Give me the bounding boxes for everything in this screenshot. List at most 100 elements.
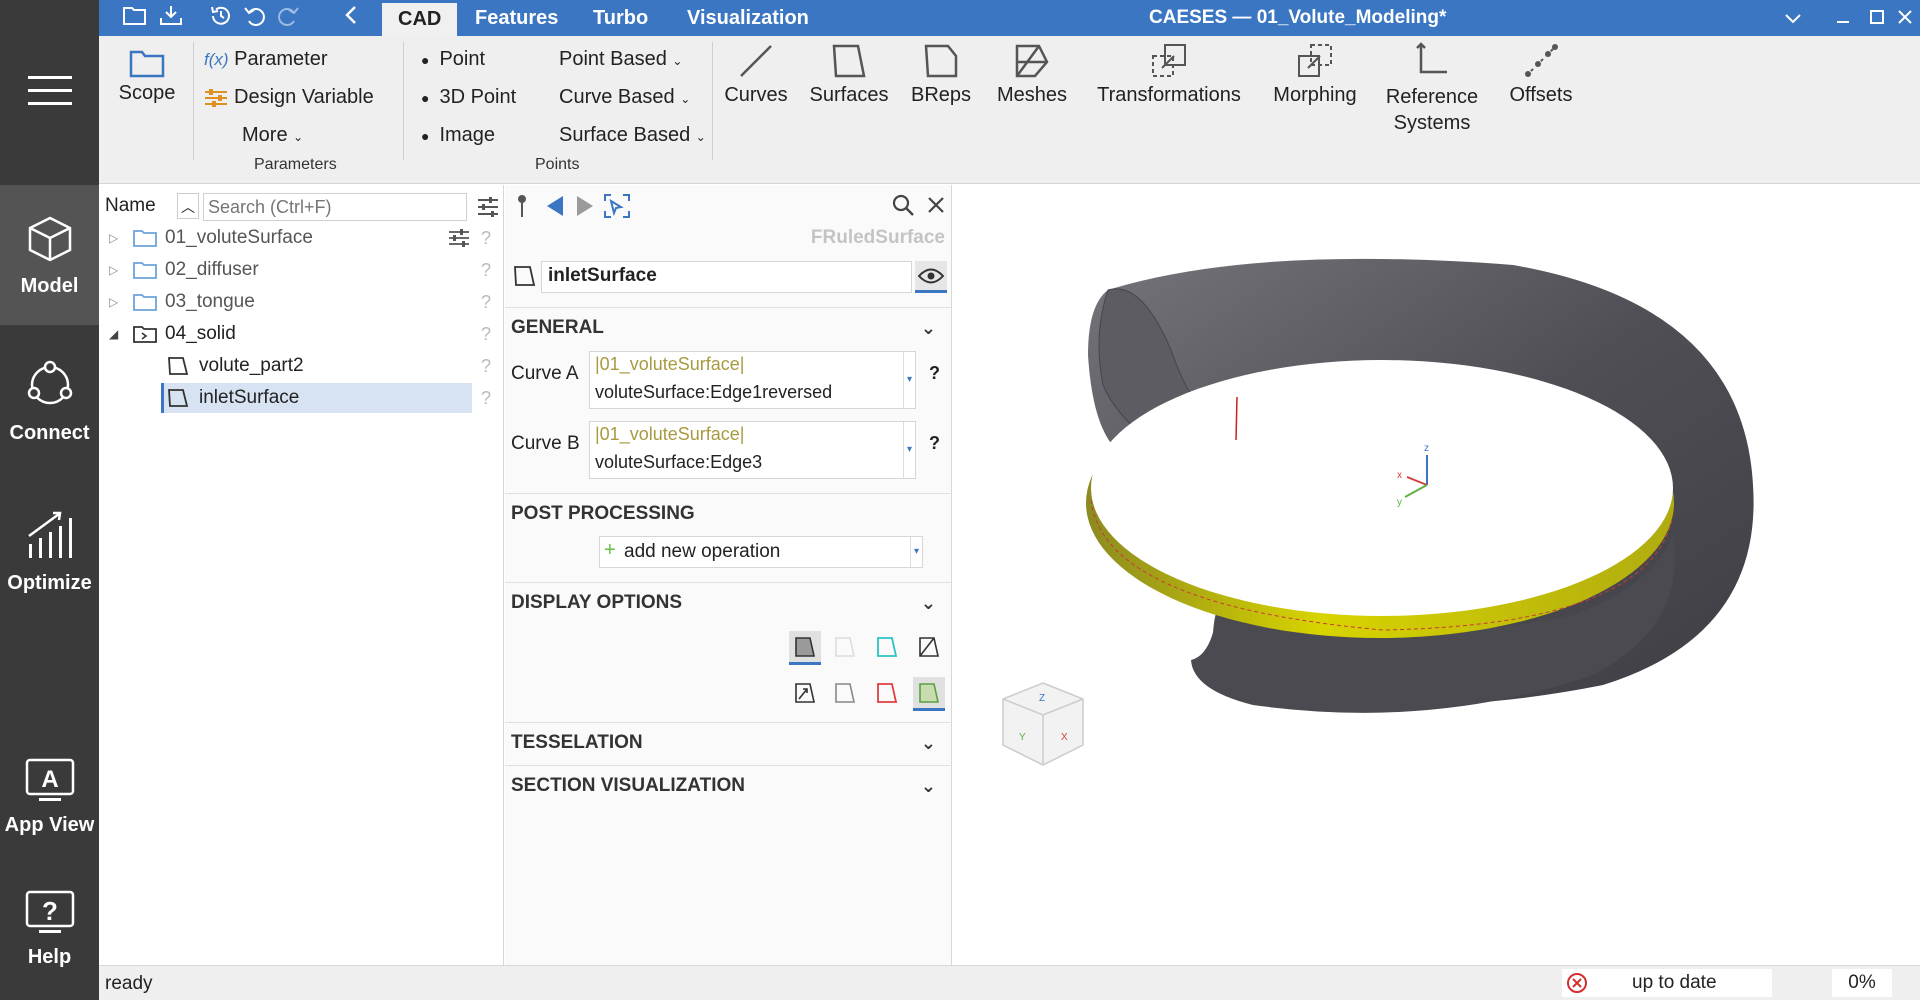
help-mark-icon[interactable]: ? — [481, 383, 491, 413]
tree-item-inlet-surface[interactable]: inletSurface ? — [99, 383, 499, 413]
outline-surface-icon[interactable] — [833, 681, 857, 705]
curve-b-field[interactable]: |01_voluteSurface| voluteSurface:Edge3 ▾ — [589, 421, 916, 479]
dropdown-chevron-icon[interactable] — [1779, 4, 1807, 32]
help-mark-icon[interactable]: ? — [481, 287, 491, 317]
section-tesselation[interactable]: TESSELATION ⌄ — [505, 722, 952, 762]
pin-icon[interactable] — [515, 193, 529, 219]
open-folder-icon[interactable] — [121, 4, 149, 32]
display-shaded-toggle[interactable] — [789, 631, 821, 665]
redo-icon[interactable] — [274, 4, 302, 32]
transparent-surface-icon[interactable] — [833, 635, 857, 659]
reference-systems-button[interactable]: Reference Systems — [1377, 42, 1487, 136]
help-mark-icon[interactable]: ? — [481, 319, 491, 349]
object-name-field[interactable]: inletSurface — [541, 261, 912, 293]
curve-based-button[interactable]: Curve Based ⌄ — [559, 86, 690, 109]
tree-item-volute-surface[interactable]: ▷ 01_voluteSurface ? — [99, 223, 499, 253]
help-mark-icon[interactable]: ? — [481, 223, 491, 253]
tree-item-label: volute_part2 — [199, 355, 304, 376]
model-tree-panel: Name ︿ ▷ 01_voluteSurface ? ▷ 02_diffuse… — [99, 185, 504, 965]
expand-arrow-icon[interactable]: ▷ — [109, 255, 118, 285]
collapse-arrow-icon[interactable]: ◢ — [109, 319, 118, 349]
history-icon[interactable] — [207, 4, 235, 32]
volute-render: z x y — [1086, 258, 1754, 713]
sliders-icon[interactable] — [447, 227, 471, 249]
transform-icon — [1152, 44, 1186, 77]
back-chevron-icon[interactable] — [337, 4, 365, 32]
save-icon[interactable] — [157, 4, 185, 32]
expand-arrow-icon[interactable]: ▷ — [109, 287, 118, 317]
meshes-button[interactable]: Meshes — [994, 42, 1070, 107]
minimize-icon[interactable] — [1829, 4, 1857, 32]
close-icon[interactable] — [1891, 4, 1919, 32]
morph-icon — [1298, 44, 1332, 77]
curve-b-dropdown-icon[interactable]: ▾ — [903, 422, 915, 478]
visibility-toggle[interactable] — [915, 261, 947, 293]
3d-viewport[interactable]: z x y Y X Z — [953, 185, 1920, 965]
rail-connect[interactable]: Connect — [0, 360, 99, 460]
section-display-options[interactable]: DISPLAY OPTIONS ⌄ — [505, 582, 952, 622]
transformations-button[interactable]: Transformations — [1089, 42, 1249, 107]
wireframe-surface-icon[interactable] — [917, 635, 941, 659]
red-surface-icon[interactable] — [875, 681, 899, 705]
add-operation-button[interactable]: + add new operation ▾ — [599, 536, 923, 568]
select-target-icon[interactable] — [603, 193, 631, 219]
sort-chevron-icon[interactable]: ︿ — [177, 193, 199, 219]
tree-item-diffuser[interactable]: ▷ 02_diffuser ? — [99, 255, 499, 285]
curves-button[interactable]: Curves — [721, 42, 791, 107]
update-state-box[interactable]: up to date — [1562, 969, 1772, 997]
expand-arrow-icon[interactable]: ▷ — [109, 223, 118, 253]
curve-a-dropdown-icon[interactable]: ▾ — [903, 352, 915, 408]
surfaces-button[interactable]: Surfaces — [806, 42, 892, 107]
scope-button[interactable]: Scope — [117, 48, 177, 105]
point-3d-button[interactable]: ● 3D Point — [421, 86, 516, 109]
rail-optimize[interactable]: Optimize — [0, 510, 99, 610]
app-view-icon: A — [25, 758, 74, 801]
curve-a-field[interactable]: |01_voluteSurface| voluteSurface:Edge1re… — [589, 351, 916, 409]
surface-based-button[interactable]: Surface Based ⌄ — [559, 124, 706, 147]
close-panel-icon[interactable] — [927, 196, 945, 214]
tab-cad[interactable]: CAD — [382, 0, 458, 36]
menu-button[interactable] — [0, 60, 99, 120]
add-operation-dropdown-icon[interactable]: ▾ — [910, 537, 922, 567]
offsets-button[interactable]: Offsets — [1499, 42, 1583, 107]
filter-settings-icon[interactable] — [476, 195, 500, 219]
breps-button[interactable]: BReps — [909, 42, 973, 107]
more-button[interactable]: More ⌄ — [242, 124, 303, 147]
help-mark-icon[interactable]: ? — [481, 255, 491, 285]
rail-model[interactable]: Model — [0, 185, 99, 325]
curve-a-help[interactable]: ? — [929, 363, 940, 384]
tab-turbo[interactable]: Turbo — [577, 0, 664, 36]
design-variable-button[interactable]: Design Variable — [204, 86, 374, 109]
section-section-visualization[interactable]: SECTION VISUALIZATION ⌄ — [505, 765, 952, 805]
cyan-surface-icon[interactable] — [875, 635, 899, 659]
tree-item-volute-part2[interactable]: volute_part2 ? — [99, 351, 499, 381]
undo-icon[interactable] — [241, 4, 269, 32]
tab-features[interactable]: Features — [459, 0, 574, 36]
back-arrow-icon[interactable] — [545, 195, 565, 217]
section-post-processing[interactable]: POST PROCESSING — [505, 493, 952, 533]
tree-item-solid[interactable]: ◢ 04_solid ? — [99, 319, 499, 349]
point-based-button[interactable]: Point Based ⌄ — [559, 48, 682, 71]
section-general[interactable]: GENERAL ⌄ — [505, 307, 952, 347]
surface-icon — [168, 357, 189, 375]
image-button[interactable]: ● Image — [421, 124, 495, 147]
forward-arrow-icon[interactable] — [575, 195, 595, 217]
tree-item-tongue[interactable]: ▷ 03_tongue ? — [99, 287, 499, 317]
display-green-toggle[interactable] — [913, 677, 945, 711]
chevron-down-icon: ⌄ — [293, 130, 304, 144]
parameter-button[interactable]: f(x) Parameter — [204, 48, 327, 71]
search-icon[interactable] — [891, 193, 915, 217]
help-mark-icon[interactable]: ? — [481, 351, 491, 381]
curve-b-help[interactable]: ? — [929, 433, 940, 454]
curve-b-label: Curve B — [511, 433, 580, 454]
tab-visualization[interactable]: Visualization — [671, 0, 825, 36]
offsets-label: Offsets — [1509, 84, 1573, 106]
search-input[interactable] — [203, 193, 467, 221]
maximize-icon[interactable] — [1863, 4, 1891, 32]
morphing-button[interactable]: Morphing — [1267, 42, 1363, 107]
view-cube[interactable]: Y X Z — [993, 675, 1093, 775]
normals-surface-icon[interactable] — [793, 681, 817, 705]
rail-app-view[interactable]: A App View — [0, 758, 99, 858]
point-button[interactable]: ● Point — [421, 48, 485, 71]
rail-help[interactable]: ? Help — [0, 890, 99, 990]
